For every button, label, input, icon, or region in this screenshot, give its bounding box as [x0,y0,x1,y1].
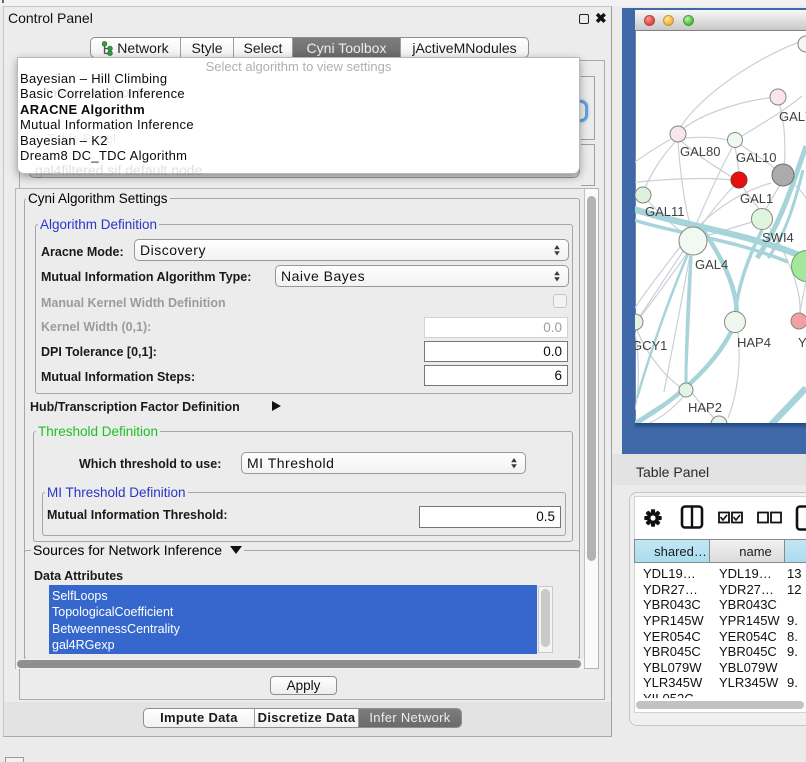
svg-text:Y: Y [798,335,806,350]
svg-text:HAP4: HAP4 [737,335,771,350]
svg-text:SWI4: SWI4 [762,230,794,245]
svg-text:GAL1: GAL1 [740,191,773,206]
svg-text:GAL4: GAL4 [695,257,728,272]
svg-text:GCY1: GCY1 [635,338,667,353]
svg-text:HAP2: HAP2 [688,400,722,415]
svg-text:GAL11: GAL11 [645,204,685,219]
svg-text:GAL7: GAL7 [779,109,806,124]
svg-text:GAL80: GAL80 [680,144,720,159]
svg-text:GAL10: GAL10 [736,150,776,165]
